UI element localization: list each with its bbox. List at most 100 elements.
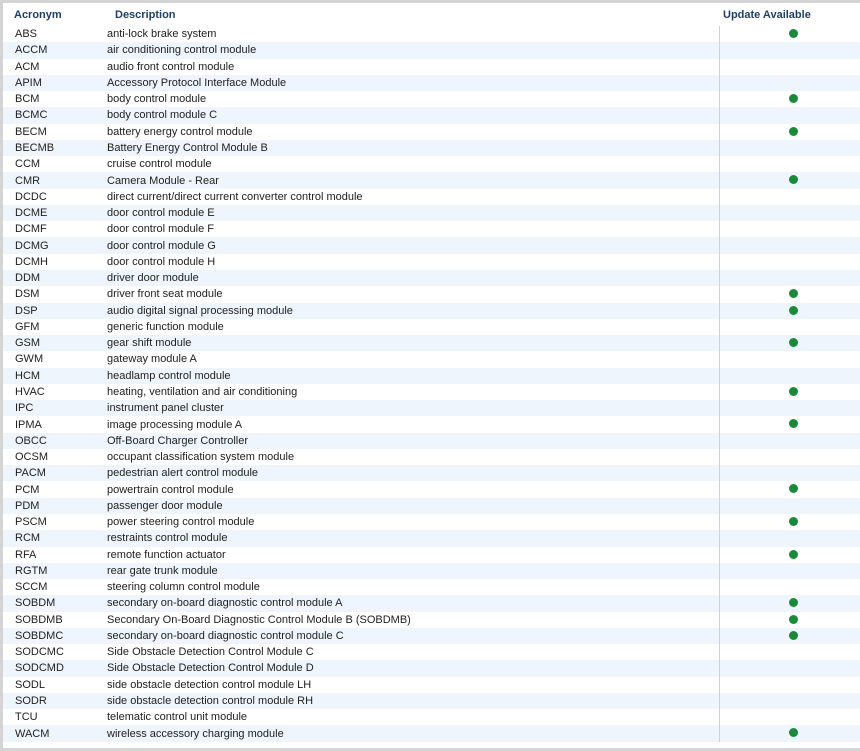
acronym-cell: HCM bbox=[15, 369, 41, 382]
description-cell: image processing module A bbox=[107, 418, 243, 431]
update-available-cell bbox=[718, 123, 860, 140]
update-available-cell bbox=[718, 644, 860, 661]
table-row[interactable]: APIM Accessory Protocol Interface Module bbox=[3, 74, 860, 92]
update-available-cell bbox=[718, 107, 860, 124]
column-header-update-available[interactable]: Update Available bbox=[719, 3, 860, 26]
update-available-cell bbox=[718, 237, 860, 254]
table-row[interactable]: WACM wireless accessory charging module bbox=[3, 725, 860, 742]
description-cell: door control module F bbox=[107, 223, 214, 236]
table-row[interactable]: SOBDM secondary on-board diagnostic contr… bbox=[3, 595, 860, 612]
description-cell: wireless accessory charging module bbox=[107, 727, 284, 740]
table-row[interactable]: HCM headlamp control module bbox=[3, 367, 860, 384]
table-row[interactable]: DSP audio digital signal processing modul… bbox=[3, 302, 860, 319]
table-row[interactable]: ACCM air conditioning control module bbox=[3, 42, 860, 59]
acronym-cell: BCM bbox=[15, 93, 40, 106]
table-row[interactable]: ABS anti-lock brake system bbox=[3, 26, 860, 43]
table-row[interactable]: ACM audio front control module bbox=[3, 58, 860, 75]
update-available-cell bbox=[718, 286, 860, 303]
update-available-cell bbox=[718, 383, 860, 401]
table-row[interactable]: PCM powertrain control module bbox=[3, 481, 860, 498]
table-row[interactable]: CCM cruise control module bbox=[3, 156, 860, 173]
table-row[interactable]: DCDC direct current/direct current conver… bbox=[3, 188, 860, 205]
table-row[interactable]: BCM body control module bbox=[3, 91, 860, 108]
table-row[interactable]: RGTM rear gate trunk module bbox=[3, 562, 860, 580]
table-row[interactable]: SOBDMC secondary on-board diagnostic cont… bbox=[3, 627, 860, 645]
column-header-description[interactable]: Description bbox=[104, 3, 719, 26]
description-cell: body control module C bbox=[107, 109, 218, 122]
acronym-cell: SODCMD bbox=[15, 662, 64, 675]
table-row[interactable]: RFA remote function actuator bbox=[3, 546, 860, 563]
table-row[interactable]: CMR Camera Module - Rear bbox=[3, 172, 860, 189]
update-available-cell bbox=[718, 188, 860, 205]
acronym-cell: OBCC bbox=[15, 434, 47, 447]
table-row[interactable]: TCU telematic control unit module bbox=[3, 709, 860, 726]
update-available-indicator-icon bbox=[788, 94, 798, 104]
description-cell: secondary on-board diagnostic control mo… bbox=[107, 597, 343, 610]
acronym-cell: GSM bbox=[15, 337, 41, 350]
description-cell: pedestrian alert control module bbox=[107, 467, 259, 480]
acronym-cell: BECM bbox=[15, 125, 47, 138]
table-row[interactable]: DDM driver door module bbox=[3, 269, 860, 287]
acronym-cell: DDM bbox=[15, 272, 41, 285]
update-available-cell bbox=[718, 139, 860, 157]
table-row[interactable]: RCM restraints control module bbox=[3, 530, 860, 547]
update-available-indicator-icon bbox=[788, 175, 798, 185]
table-row[interactable]: SODL side obstacle detection control modu… bbox=[3, 676, 860, 693]
table-row[interactable]: SOBDMB Secondary On-Board Diagnostic Cont… bbox=[3, 611, 860, 628]
table-row[interactable]: HVAC heating, ventilation and air conditi… bbox=[3, 383, 860, 401]
description-cell: driver door module bbox=[107, 272, 199, 285]
description-cell: Battery Energy Control Module B bbox=[107, 141, 268, 154]
table-row[interactable]: IPMA image processing module A bbox=[3, 416, 860, 433]
update-available-cell bbox=[718, 204, 860, 222]
update-available-cell bbox=[718, 513, 860, 531]
update-available-cell bbox=[718, 42, 860, 59]
update-available-cell bbox=[718, 253, 860, 270]
table-row[interactable]: GSM gear shift module bbox=[3, 335, 860, 352]
update-available-indicator-icon bbox=[788, 305, 798, 315]
table-row[interactable]: SODCMD Side Obstacle Detection Control Mo… bbox=[3, 660, 860, 677]
table-row[interactable]: DCMG door control module G bbox=[3, 237, 860, 254]
table-row[interactable]: IPC instrument panel cluster bbox=[3, 400, 860, 417]
table-row[interactable]: GWM gateway module A bbox=[3, 351, 860, 368]
table-row[interactable]: DCMH door control module H bbox=[3, 253, 860, 270]
table-row[interactable]: BECM battery energy control module bbox=[3, 123, 860, 140]
table-row[interactable]: SCCM steering column control module bbox=[3, 579, 860, 596]
acronym-cell: DSP bbox=[15, 304, 38, 317]
description-cell: cruise control module bbox=[107, 158, 212, 171]
description-cell: steering column control module bbox=[107, 581, 260, 594]
table-row[interactable]: SODCMC Side Obstacle Detection Control Mo… bbox=[3, 644, 860, 661]
description-cell: headlamp control module bbox=[107, 369, 231, 382]
table-row[interactable]: GFM generic function module bbox=[3, 318, 860, 336]
update-available-indicator-icon bbox=[788, 484, 798, 494]
update-available-indicator-icon bbox=[788, 549, 798, 559]
description-cell: Secondary On-Board Diagnostic Control Mo… bbox=[107, 613, 411, 626]
description-cell: Camera Module - Rear bbox=[107, 174, 219, 187]
table-row[interactable]: PDM passenger door module bbox=[3, 497, 860, 514]
acronym-cell: BCMC bbox=[15, 109, 48, 122]
table-row[interactable]: SODR side obstacle detection control modu… bbox=[3, 692, 860, 710]
description-cell: passenger door module bbox=[107, 499, 223, 512]
table-row[interactable]: PACM pedestrian alert control module bbox=[3, 465, 860, 482]
description-cell: heating, ventilation and air conditionin… bbox=[107, 385, 298, 398]
acronym-cell: SOBDMC bbox=[15, 629, 64, 642]
description-cell: body control module bbox=[107, 93, 207, 106]
update-available-cell bbox=[718, 318, 860, 336]
column-header-acronym[interactable]: Acronym bbox=[3, 3, 104, 26]
table-row[interactable]: BCMC body control module C bbox=[3, 107, 860, 124]
table-row[interactable]: OCSM occupant classification system modul… bbox=[3, 448, 860, 466]
update-available-cell bbox=[718, 26, 860, 43]
table-row[interactable]: DCME door control module E bbox=[3, 204, 860, 222]
update-available-cell bbox=[718, 660, 860, 677]
acronym-cell: SODCMC bbox=[15, 646, 64, 659]
update-available-cell bbox=[718, 497, 860, 514]
acronym-cell: APIM bbox=[15, 76, 42, 89]
table-row[interactable]: DCMF door control module F bbox=[3, 221, 860, 238]
table-row[interactable]: PSCM power steering control module bbox=[3, 513, 860, 531]
acronym-cell: CMR bbox=[15, 174, 41, 187]
description-cell: Off-Board Charger Controller bbox=[107, 434, 249, 447]
update-available-indicator-icon bbox=[788, 728, 798, 738]
description-cell: gear shift module bbox=[107, 337, 192, 350]
table-row[interactable]: OBCC Off-Board Charger Controller bbox=[3, 432, 860, 449]
table-row[interactable]: DSM driver front seat module bbox=[3, 286, 860, 303]
table-row[interactable]: BECMB Battery Energy Control Module B bbox=[3, 139, 860, 157]
